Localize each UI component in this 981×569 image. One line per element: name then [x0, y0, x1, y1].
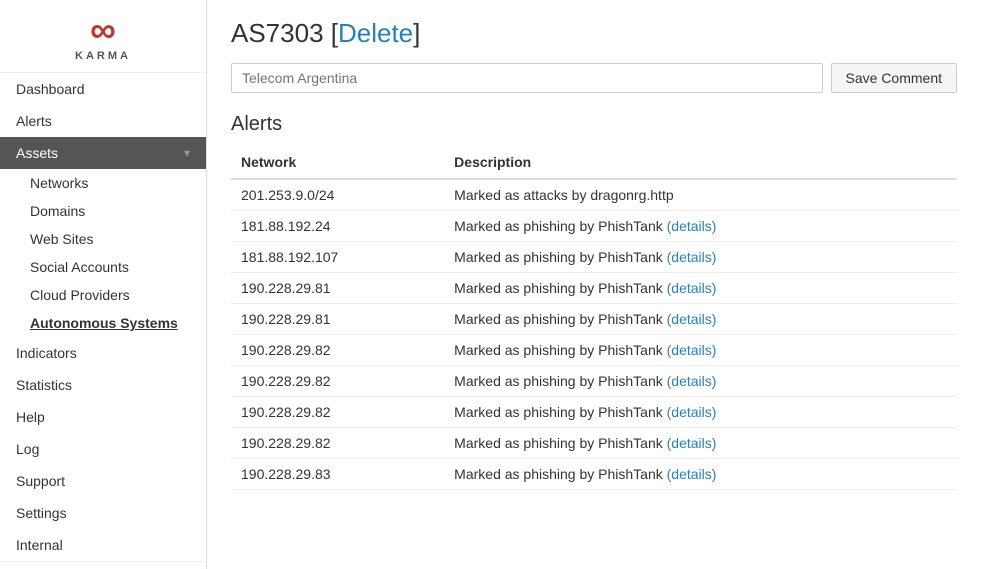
- table-row: 190.228.29.82Marked as phishing by Phish…: [231, 397, 957, 428]
- logo-area: ∞ KARMA: [0, 0, 206, 73]
- table-row: 190.228.29.82Marked as phishing by Phish…: [231, 366, 957, 397]
- page-title-suffix: ]: [413, 18, 420, 48]
- delete-link[interactable]: Delete: [338, 18, 413, 48]
- sidebar-item-internal[interactable]: Internal: [0, 529, 206, 561]
- detail-link[interactable]: (details): [667, 342, 717, 358]
- sidebar-item-cloud-providers[interactable]: Cloud Providers: [0, 281, 206, 309]
- logo-icon: ∞: [90, 12, 116, 48]
- alert-network: 190.228.29.81: [231, 304, 444, 335]
- alert-description: Marked as phishing by PhishTank (details…: [444, 242, 957, 273]
- sidebar-item-log[interactable]: Log: [0, 433, 206, 465]
- detail-link[interactable]: (details): [667, 311, 717, 327]
- table-row: 190.228.29.81Marked as phishing by Phish…: [231, 304, 957, 335]
- sidebar-item-networks[interactable]: Networks: [0, 169, 206, 197]
- sidebar-item-dashboard[interactable]: Dashboard: [0, 73, 206, 105]
- alert-network: 190.228.29.82: [231, 428, 444, 459]
- sidebar-item-assets[interactable]: Assets ▾: [0, 137, 206, 169]
- page-title: AS7303 [Delete]: [231, 18, 957, 49]
- alert-description: Marked as attacks by dragonrg.http: [444, 179, 957, 211]
- detail-link[interactable]: (details): [667, 404, 717, 420]
- alert-description: Marked as phishing by PhishTank (details…: [444, 459, 957, 490]
- alert-network: 190.228.29.82: [231, 335, 444, 366]
- table-row: 201.253.9.0/24Marked as attacks by drago…: [231, 179, 957, 211]
- logo-label: KARMA: [75, 50, 131, 62]
- table-row: 190.228.29.83Marked as phishing by Phish…: [231, 459, 957, 490]
- alert-description: Marked as phishing by PhishTank (details…: [444, 397, 957, 428]
- detail-link[interactable]: (details): [667, 373, 717, 389]
- main-content: AS7303 [Delete] Save Comment Alerts Netw…: [207, 0, 981, 569]
- sidebar-item-statistics[interactable]: Statistics: [0, 369, 206, 401]
- alert-network: 201.253.9.0/24: [231, 179, 444, 211]
- comment-row: Save Comment: [231, 63, 957, 93]
- table-row: 190.228.29.81Marked as phishing by Phish…: [231, 273, 957, 304]
- alert-network: 190.228.29.82: [231, 366, 444, 397]
- table-row: 190.228.29.82Marked as phishing by Phish…: [231, 428, 957, 459]
- sidebar-item-settings[interactable]: Settings: [0, 497, 206, 529]
- col-header-network: Network: [231, 146, 444, 179]
- detail-link[interactable]: (details): [667, 249, 717, 265]
- alert-description: Marked as phishing by PhishTank (details…: [444, 304, 957, 335]
- alert-network: 190.228.29.83: [231, 459, 444, 490]
- table-row: 181.88.192.107Marked as phishing by Phis…: [231, 242, 957, 273]
- sidebar-item-help[interactable]: Help: [0, 401, 206, 433]
- comment-input[interactable]: [231, 63, 823, 93]
- sidebar-item-web-sites[interactable]: Web Sites: [0, 225, 206, 253]
- col-header-description: Description: [444, 146, 957, 179]
- page-title-prefix: AS7303 [: [231, 18, 338, 48]
- sidebar: ∞ KARMA Dashboard Alerts Assets ▾ Networ…: [0, 0, 207, 569]
- alert-description: Marked as phishing by PhishTank (details…: [444, 211, 957, 242]
- detail-link[interactable]: (details): [667, 435, 717, 451]
- alert-description: Marked as phishing by PhishTank (details…: [444, 273, 957, 304]
- alert-network: 190.228.29.81: [231, 273, 444, 304]
- alert-network: 181.88.192.24: [231, 211, 444, 242]
- detail-link[interactable]: (details): [667, 280, 717, 296]
- table-row: 190.228.29.82Marked as phishing by Phish…: [231, 335, 957, 366]
- alert-network: 181.88.192.107: [231, 242, 444, 273]
- sidebar-item-indicators[interactable]: Indicators: [0, 337, 206, 369]
- sidebar-bottom: Log Out fportantier@securetia.com: [0, 561, 206, 569]
- sidebar-item-domains[interactable]: Domains: [0, 197, 206, 225]
- table-row: 181.88.192.24Marked as phishing by Phish…: [231, 211, 957, 242]
- detail-link[interactable]: (details): [667, 218, 717, 234]
- chevron-down-icon: ▾: [184, 146, 190, 160]
- sidebar-item-support[interactable]: Support: [0, 465, 206, 497]
- alerts-table: Network Description 201.253.9.0/24Marked…: [231, 146, 957, 490]
- alert-description: Marked as phishing by PhishTank (details…: [444, 366, 957, 397]
- alert-description: Marked as phishing by PhishTank (details…: [444, 335, 957, 366]
- alerts-section-title: Alerts: [231, 113, 957, 136]
- alert-description: Marked as phishing by PhishTank (details…: [444, 428, 957, 459]
- alert-network: 190.228.29.82: [231, 397, 444, 428]
- sidebar-item-autonomous-systems[interactable]: Autonomous Systems: [0, 309, 206, 337]
- sidebar-item-alerts[interactable]: Alerts: [0, 105, 206, 137]
- detail-link[interactable]: (details): [667, 466, 717, 482]
- sidebar-item-social-accounts[interactable]: Social Accounts: [0, 253, 206, 281]
- save-comment-button[interactable]: Save Comment: [831, 63, 957, 93]
